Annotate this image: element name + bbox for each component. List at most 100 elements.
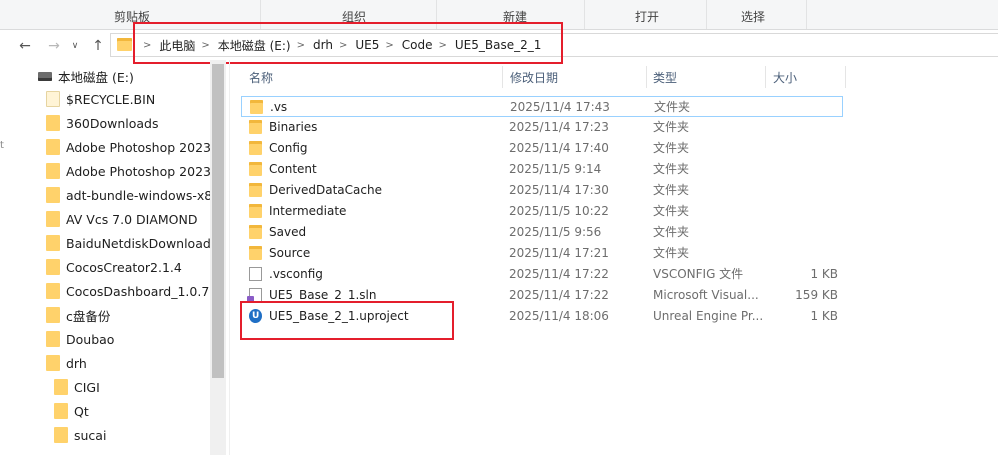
file-size: [763, 243, 838, 264]
file-date: 2025/11/4 18:06: [509, 309, 609, 323]
ribbon-group-open[interactable]: 打开: [635, 8, 659, 25]
breadcrumb-this-pc[interactable]: 此电脑: [159, 37, 195, 54]
column-separator[interactable]: [765, 66, 766, 88]
back-arrow-icon[interactable]: ←: [16, 37, 34, 55]
file-size: [763, 180, 838, 201]
tree-item-drh[interactable]: drh: [46, 351, 87, 375]
file-size: 1 KB: [810, 267, 838, 281]
file-row-intermediate[interactable]: Intermediate 2025/11/5 10:22 文件夹: [241, 201, 843, 222]
column-header-type[interactable]: 类型: [653, 66, 677, 88]
folder-icon: [249, 204, 262, 218]
tree-item-qt[interactable]: Qt: [54, 399, 89, 423]
file-date: 2025/11/5 10:22: [509, 204, 609, 218]
tree-item-adt-bundle[interactable]: adt-bundle-windows-x86: [46, 183, 210, 207]
file-row-saved[interactable]: Saved 2025/11/5 9:56 文件夹: [241, 222, 843, 243]
column-header-date[interactable]: 修改日期: [510, 66, 558, 88]
file-name: Source: [269, 246, 311, 260]
folder-icon: [54, 403, 68, 419]
file-type: 文件夹: [654, 100, 691, 114]
breadcrumb: > 此电脑 > 本地磁盘 (E:) > drh > UE5 > Code > U…: [137, 34, 541, 56]
ribbon-group-organize[interactable]: 组织: [342, 8, 366, 25]
address-bar[interactable]: > 此电脑 > 本地磁盘 (E:) > drh > UE5 > Code > U…: [110, 33, 998, 57]
tree-item-adobe-photoshop-2023[interactable]: Adobe Photoshop 2023: [46, 135, 210, 159]
column-separator[interactable]: [502, 66, 503, 88]
file-date: 2025/11/5 9:56: [509, 225, 602, 239]
breadcrumb-separator-icon[interactable]: >: [297, 40, 305, 51]
tree-item-sucai[interactable]: sucai: [54, 423, 106, 447]
tree-item-recycle-bin[interactable]: $RECYCLE.BIN: [46, 87, 155, 111]
tree-item-360downloads[interactable]: 360Downloads: [46, 111, 159, 135]
folder-icon: [249, 183, 262, 197]
file-size: [763, 201, 838, 222]
ribbon-group-new[interactable]: 新建: [503, 8, 527, 25]
file-type: 文件夹: [653, 183, 690, 197]
breadcrumb-drh[interactable]: drh: [313, 38, 333, 52]
breadcrumb-drive-e[interactable]: 本地磁盘 (E:): [218, 37, 291, 54]
ribbon-separator: [260, 0, 261, 29]
file-date: 2025/11/4 17:40: [509, 141, 609, 155]
folder-icon: [46, 307, 60, 323]
pane-divider[interactable]: [229, 60, 230, 455]
folder-icon: [249, 246, 262, 260]
up-arrow-icon[interactable]: ↑: [89, 37, 107, 55]
file-date: 2025/11/4 17:30: [509, 183, 609, 197]
file-row-content[interactable]: Content 2025/11/5 9:14 文件夹: [241, 159, 843, 180]
breadcrumb-separator-icon[interactable]: >: [143, 40, 151, 51]
tree-item-label: Adobe Photoshop 2023 v: [66, 163, 210, 179]
scrollbar-thumb[interactable]: [212, 64, 224, 378]
file-row-uproject[interactable]: UE5_Base_2_1.uproject 2025/11/4 18:06 Un…: [241, 306, 843, 327]
file-name: UE5_Base_2_1.sln: [269, 288, 377, 302]
tree-item-label: drh: [66, 355, 87, 371]
ribbon-separator: [584, 0, 585, 29]
tree-item-c-backup[interactable]: c盘备份: [46, 303, 110, 327]
ribbon-separator: [706, 0, 707, 29]
tree-item-cigi[interactable]: CIGI: [54, 375, 100, 399]
file-name: DerivedDataCache: [269, 183, 382, 197]
tree-item-label: 360Downloads: [66, 115, 159, 131]
file-row-vsconfig[interactable]: .vsconfig 2025/11/4 17:22 VSCONFIG 文件 1 …: [241, 264, 843, 285]
folder-icon: [54, 427, 68, 443]
breadcrumb-ue5[interactable]: UE5: [355, 38, 379, 52]
breadcrumb-separator-icon[interactable]: >: [201, 40, 209, 51]
tree-item-cocoscreator[interactable]: CocosCreator2.1.4: [46, 255, 182, 279]
column-header-size[interactable]: 大小: [773, 66, 797, 88]
recent-locations-chevron-icon[interactable]: ∨: [66, 37, 84, 55]
breadcrumb-ue5-base-2-1[interactable]: UE5_Base_2_1: [455, 38, 542, 52]
tree-item-cocosdashboard[interactable]: CocosDashboard_1.0.7: [46, 279, 209, 303]
forward-arrow-icon[interactable]: →: [45, 37, 63, 55]
folder-icon: [249, 162, 262, 176]
file-row-vs[interactable]: .vs 2025/11/4 17:43 文件夹: [241, 96, 843, 117]
tree-item-label: BaiduNetdiskDownload: [66, 235, 210, 251]
file-row-sln[interactable]: UE5_Base_2_1.sln 2025/11/4 17:22 Microso…: [241, 285, 843, 306]
file-size: 159 KB: [795, 288, 838, 302]
breadcrumb-separator-icon[interactable]: >: [385, 40, 393, 51]
file-type: 文件夹: [653, 162, 690, 176]
tree-item-baidunetdiskdownload[interactable]: BaiduNetdiskDownload: [46, 231, 210, 255]
column-separator[interactable]: [845, 66, 846, 88]
tree-item-av-vcs[interactable]: AV Vcs 7.0 DIAMOND: [46, 207, 198, 231]
breadcrumb-separator-icon[interactable]: >: [339, 40, 347, 51]
file-date: 2025/11/4 17:22: [509, 267, 609, 281]
column-header-name[interactable]: 名称: [249, 66, 273, 88]
tree-item-adobe-photoshop-2023-v[interactable]: Adobe Photoshop 2023 v: [46, 159, 210, 183]
file-row-deriveddatacache[interactable]: DerivedDataCache 2025/11/4 17:30 文件夹: [241, 180, 843, 201]
navigation-scrollbar[interactable]: [210, 60, 226, 455]
file-size: [763, 138, 838, 159]
ribbon-group-select[interactable]: 选择: [741, 8, 765, 25]
file-row-source[interactable]: Source 2025/11/4 17:21 文件夹: [241, 243, 843, 264]
breadcrumb-separator-icon[interactable]: >: [438, 40, 446, 51]
tree-item-drive-e[interactable]: 本地磁盘 (E:): [38, 64, 134, 88]
file-size: [764, 97, 839, 118]
ribbon-group-clipboard[interactable]: 剪贴板: [114, 8, 150, 25]
tree-item-label: c盘备份: [66, 308, 111, 324]
column-separator[interactable]: [646, 66, 647, 88]
visual-studio-solution-icon: [247, 288, 262, 303]
folder-icon: [46, 331, 60, 347]
file-row-config[interactable]: Config 2025/11/4 17:40 文件夹: [241, 138, 843, 159]
navigation-pane: 本地磁盘 (E:) $RECYCLE.BIN 360Downloads Adob…: [0, 60, 226, 455]
file-row-binaries[interactable]: Binaries 2025/11/4 17:23 文件夹: [241, 117, 843, 138]
tree-item-doubao[interactable]: Doubao: [46, 327, 114, 351]
file-name: .vs: [270, 100, 288, 114]
breadcrumb-code[interactable]: Code: [402, 38, 433, 52]
tree-item-label: sucai: [74, 427, 107, 443]
